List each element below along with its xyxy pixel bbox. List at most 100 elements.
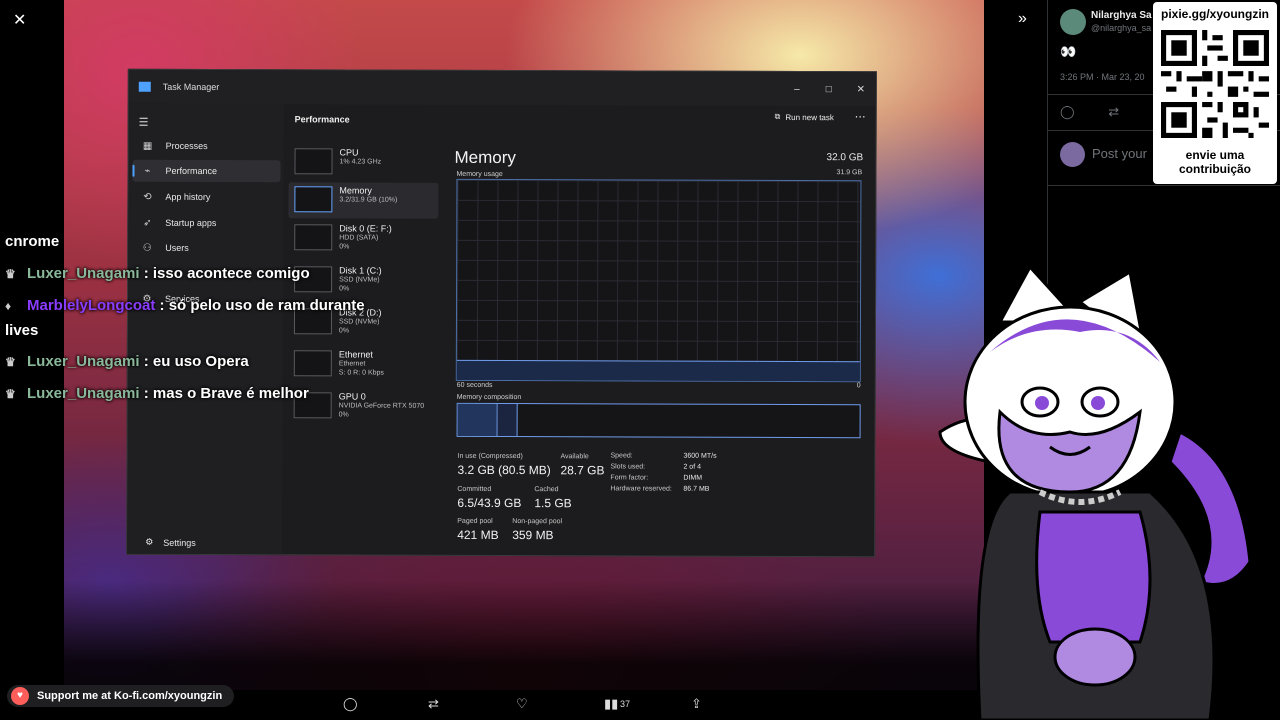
share-icon[interactable]: ⇪ [691,696,702,712]
memory-composition-bar [456,402,861,439]
stream-screen: Task Manager – □ ✕ ☰ ▦ Processes ⌁ Perfo… [0,0,1280,720]
qr-code-icon [1161,30,1269,138]
nav-item-users[interactable]: ⚇ Users [132,237,280,260]
stat-label: Committed [457,485,492,493]
detail-key: Speed: [610,452,633,460]
page-title: Performance [294,114,350,125]
settings-button[interactable]: ⚙ Settings [145,537,196,548]
users-icon: ⚇ [142,242,152,254]
vtuber-avatar-image [938,264,1252,720]
device-ethernet[interactable]: Ethernet Ethernet S: 0 R: 0 Kbps [288,346,438,383]
stat-label: In use (Compressed) [457,452,523,461]
device-usage: 0% [338,327,350,335]
hamburger-menu-icon[interactable]: ☰ [139,116,149,129]
qr-donation-card: pixie.gg/xyoungzin envie uma contribuiçã… [1153,2,1277,184]
close-window-icon[interactable]: ✕ [856,84,866,95]
device-usage: 0% [339,285,350,293]
nav-item-app-history[interactable]: ⟲ App history [132,186,280,209]
device-usage: 0% [338,411,349,419]
chat-username[interactable]: MarblelyLongcoat [27,297,155,314]
views-icon[interactable]: ▮▮ [604,696,618,712]
nav-item-processes[interactable]: ▦ Processes [133,135,281,158]
stat-label: Cached [534,486,559,494]
chat-separator: : [139,353,153,370]
run-new-task-button[interactable]: ⧉ Run new task [775,112,834,122]
processes-icon: ▦ [142,140,153,152]
reply-icon[interactable]: ◯ [343,696,358,712]
nav-item-startup-apps[interactable]: ➶ Startup apps [132,212,280,235]
expand-panel-icon[interactable]: » [1018,10,1027,28]
window-title: Task Manager [162,81,220,93]
stat-label: Paged pool [457,517,493,525]
stat-non-paged-pool: Non-paged pool 359 MB [512,518,562,542]
device-name: Disk 0 (E: F:) [339,223,392,234]
memory-usage-max: 31.9 GB [836,169,863,177]
tweet-body: 👀 [1060,44,1077,59]
divider [1048,185,1280,186]
nav-item-label: Performance [165,165,218,177]
chat-message: ♛ Luxer_Unagami : isso acontece comigo [5,265,310,282]
device-cpu[interactable]: CPU 1% 4.23 GHz [288,144,438,181]
device-thumbnail [293,350,332,377]
tweet-actions: ◯ ⇄ [1060,104,1119,120]
memory-composition-label: Memory composition [456,393,522,402]
kofi-label: Support me at Ko-fi.com/xyoungzin [37,690,223,702]
device-memory[interactable]: Memory 3.2/31.9 GB (10%) [288,182,439,219]
chat-username[interactable]: Luxer_Unagami [27,385,140,402]
avatar[interactable] [1060,9,1086,35]
stat-value: 3.2 GB (80.5 MB) [457,462,551,478]
more-options-icon[interactable]: ⋯ [855,110,866,123]
device-disk-1[interactable]: Disk 1 (C:) SSD (NVMe) 0% [288,262,438,299]
nav-item-performance[interactable]: ⌁ Performance [132,159,281,183]
retweet-icon[interactable]: ⇄ [1108,104,1119,119]
run-task-icon: ⧉ [774,111,781,121]
nav-item-label: Processes [165,140,208,151]
chat-text: isso acontece comigo [152,265,310,282]
chat-separator: : [139,265,153,282]
stat-cached: Cached 1.5 GB [534,486,571,510]
avatar [1060,142,1085,167]
detail-value: DIMM [683,474,703,482]
retweet-icon[interactable]: ⇄ [428,696,439,712]
kofi-support-badge[interactable]: ♥ Support me at Ko-fi.com/xyoungzin [7,685,235,707]
memory-usage-label: Memory usage [456,170,503,179]
chat-badge-icon: ♛ [5,387,16,401]
chat-message: ♛ Luxer_Unagami : mas o Brave é melhor [5,385,309,402]
reply-input[interactable]: Post your [1092,146,1147,161]
detail-key: Form factor: [610,474,649,482]
stat-available: Available 28.7 GB [560,453,604,477]
device-usage: 0% [339,243,350,251]
chat-username[interactable]: Luxer_Unagami [27,265,140,282]
device-thumbnail [294,148,333,175]
stat-label: Non-paged pool [512,518,563,526]
stat-paged-pool: Paged pool 421 MB [457,518,498,542]
run-new-task-label: Run new task [785,112,834,122]
device-disk-0[interactable]: Disk 0 (E: F:) HDD (SATA) 0% [288,220,438,257]
device-detail: SSD (NVMe) [338,318,380,326]
device-name: Disk 1 (C:) [339,265,382,276]
chat-separator: : [139,385,153,402]
tweet-author-handle[interactable]: @nilarghya_sa [1091,23,1151,33]
like-icon[interactable]: ♡ [516,696,528,712]
nav-item-label: App history [165,191,211,202]
tweet-author-name[interactable]: Nilarghya Sa [1091,10,1152,21]
chat-wrap-line: lives [5,322,39,339]
minimize-icon[interactable]: – [792,84,802,95]
device-gpu-0[interactable]: GPU 0 NVIDIA GeForce RTX 5070 0% [288,388,438,425]
maximize-icon[interactable]: □ [824,84,834,95]
title-bar: Task Manager – □ ✕ [128,69,876,107]
close-icon[interactable]: ✕ [13,10,26,30]
memory-total: 32.0 GB [826,152,864,164]
qr-caption-line: contribuição [1178,162,1251,176]
reply-icon[interactable]: ◯ [1060,104,1075,119]
chat-separator: : [155,297,169,314]
tweet-timestamp[interactable]: 3:26 PM · Mar 23, 20 [1060,72,1145,82]
device-detail: HDD (SATA) [339,234,379,242]
composition-cached-segment [497,403,518,437]
startup-apps-icon: ➶ [143,217,152,229]
settings-label: Settings [163,537,196,548]
detail-key: Hardware reserved: [610,485,672,493]
chat-username[interactable]: Luxer_Unagami [27,353,140,370]
device-name: Memory [339,185,372,196]
device-usage: S: 0 R: 0 Kbps [338,369,384,377]
